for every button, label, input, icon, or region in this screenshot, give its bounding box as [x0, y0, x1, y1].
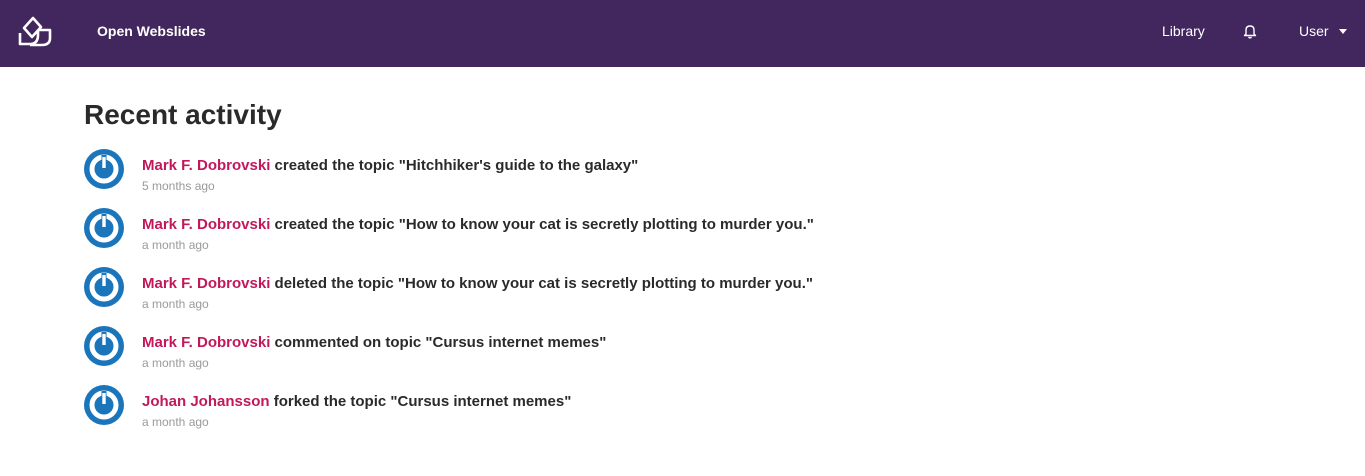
activity-text: Mark F. Dobrovski commented on topic "Cu…: [142, 334, 606, 352]
activity-timestamp: a month ago: [142, 238, 209, 252]
activity-item: Mark F. Dobrovski deleted the topic "How…: [84, 265, 1184, 324]
top-navigation-bar: Open Webslides Library User: [0, 0, 1365, 67]
activity-action: created the topic "Hitchhiker's guide to…: [270, 157, 639, 174]
activity-user-link[interactable]: Mark F. Dobrovski: [142, 334, 270, 351]
power-avatar-icon: [89, 154, 119, 184]
activity-action: deleted the topic "How to know your cat …: [270, 275, 813, 292]
avatar[interactable]: [84, 208, 124, 248]
activity-user-link[interactable]: Mark F. Dobrovski: [142, 157, 270, 174]
activity-item: Johan Johansson forked the topic "Cursus…: [84, 383, 1184, 442]
activity-timestamp: a month ago: [142, 356, 209, 370]
brand-link[interactable]: Open Webslides: [97, 22, 206, 40]
activity-action: commented on topic "Cursus internet meme…: [270, 334, 607, 351]
power-avatar-icon: [89, 390, 119, 420]
user-menu-label: User: [1299, 23, 1329, 39]
activity-action: created the topic "How to know your cat …: [270, 216, 814, 233]
activity-text: Johan Johansson forked the topic "Cursus…: [142, 393, 571, 411]
activity-list: Mark F. Dobrovski created the topic "Hit…: [84, 147, 1184, 442]
caret-down-icon: [1338, 28, 1347, 34]
power-avatar-icon: [89, 213, 119, 243]
nav-library-link[interactable]: Library: [1162, 22, 1205, 40]
user-menu-dropdown[interactable]: User: [1299, 22, 1347, 40]
activity-text: Mark F. Dobrovski created the topic "How…: [142, 216, 814, 234]
avatar[interactable]: [84, 326, 124, 366]
power-avatar-icon: [89, 331, 119, 361]
activity-text: Mark F. Dobrovski created the topic "Hit…: [142, 157, 638, 175]
activity-item: Mark F. Dobrovski created the topic "How…: [84, 206, 1184, 265]
activity-action: forked the topic "Cursus internet memes": [269, 393, 572, 410]
avatar[interactable]: [84, 267, 124, 307]
activity-item: Mark F. Dobrovski created the topic "Hit…: [84, 147, 1184, 206]
avatar[interactable]: [84, 385, 124, 425]
activity-timestamp: a month ago: [142, 297, 209, 311]
bell-icon[interactable]: [1242, 22, 1258, 40]
activity-user-link[interactable]: Johan Johansson: [142, 393, 270, 410]
page-title: Recent activity: [84, 99, 282, 130]
activity-user-link[interactable]: Mark F. Dobrovski: [142, 216, 270, 233]
power-avatar-icon: [89, 272, 119, 302]
app-logo-icon[interactable]: [16, 13, 54, 51]
avatar[interactable]: [84, 149, 124, 189]
activity-timestamp: a month ago: [142, 415, 209, 429]
activity-text: Mark F. Dobrovski deleted the topic "How…: [142, 275, 813, 293]
activity-user-link[interactable]: Mark F. Dobrovski: [142, 275, 270, 292]
activity-timestamp: 5 months ago: [142, 179, 215, 193]
activity-item: Mark F. Dobrovski commented on topic "Cu…: [84, 324, 1184, 383]
